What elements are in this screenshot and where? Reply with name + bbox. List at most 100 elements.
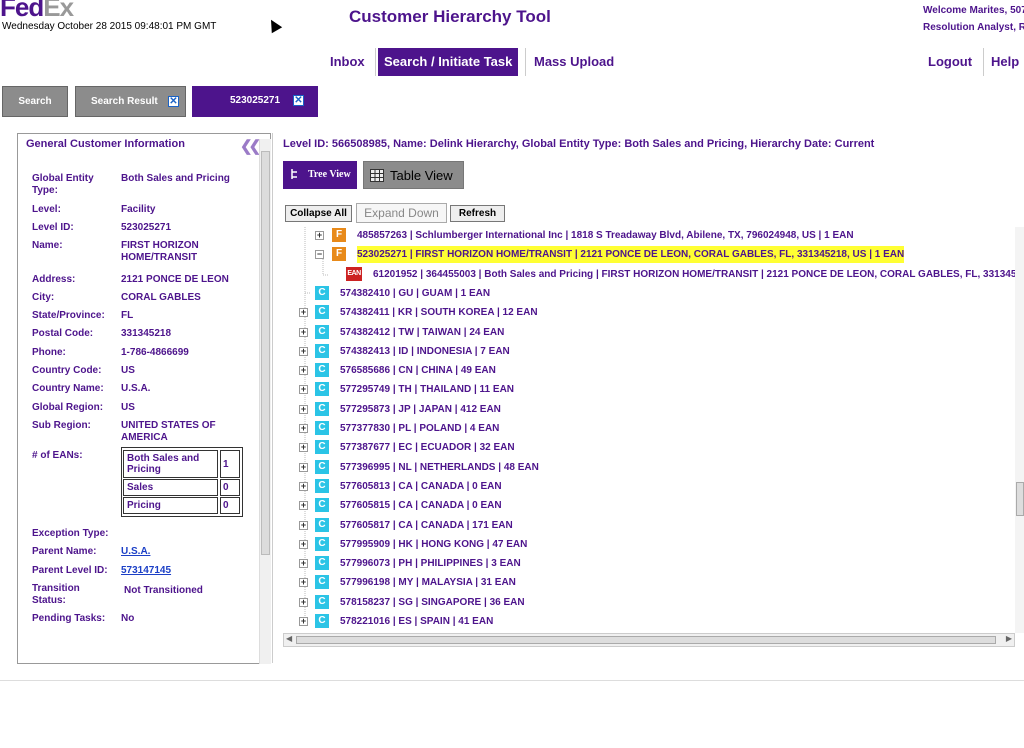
country-icon: C xyxy=(315,305,329,320)
tree-node-label[interactable]: 523025271 | FIRST HORIZON HOME/TRANSIT |… xyxy=(357,246,905,264)
nav-help[interactable]: Help xyxy=(991,48,1019,76)
expand-node-icon[interactable]: + xyxy=(299,346,308,356)
tree-node-label[interactable]: 576585686 | CN | CHINA | 49 EAN xyxy=(340,362,496,379)
label-parent-name: Parent Name: xyxy=(32,546,97,557)
expand-down-button[interactable]: Expand Down xyxy=(356,203,447,223)
tree-node[interactable]: + C 574382411 | KR | SOUTH KOREA | 12 EAN xyxy=(283,304,1023,321)
tree-node-label[interactable]: 577605813 | CA | CANADA | 0 EAN xyxy=(340,478,502,495)
tree-node[interactable]: C 574382410 | GU | GUAM | 1 EAN xyxy=(283,285,1023,302)
expand-node-icon[interactable]: + xyxy=(299,462,308,472)
tree-node-label[interactable]: 574382410 | GU | GUAM | 1 EAN xyxy=(340,285,490,302)
tree-node[interactable]: + C 577377830 | PL | POLAND | 4 EAN xyxy=(283,420,1023,437)
tree-node[interactable]: − F 523025271 | FIRST HORIZON HOME/TRANSIT… xyxy=(283,246,1023,264)
expand-node-icon[interactable]: + xyxy=(299,559,308,569)
tree-node-label[interactable]: 574382413 | ID | INDONESIA | 7 EAN xyxy=(340,343,510,360)
tree-node[interactable]: + F 485857263 | Schlumberger International… xyxy=(283,227,1023,244)
value-transition-status: Not Transitioned xyxy=(124,585,203,596)
nav-inbox[interactable]: Inbox xyxy=(330,48,365,76)
tree-node-label[interactable]: 577377830 | PL | POLAND | 4 EAN xyxy=(340,420,499,437)
tree-node[interactable]: + C 578221016 | ES | SPAIN | 41 EAN xyxy=(283,613,1023,630)
collapse-node-icon[interactable]: − xyxy=(315,250,324,260)
expand-node-icon[interactable]: + xyxy=(299,385,308,395)
tree-node-label[interactable]: 574382412 | TW | TAIWAN | 24 EAN xyxy=(340,324,504,341)
tab-search[interactable]: Search xyxy=(2,86,68,117)
expand-node-icon[interactable]: + xyxy=(299,617,308,626)
label-global-entity-type: Global Entity Type: xyxy=(32,173,94,196)
tree-node-label[interactable]: 577996198 | MY | MALAYSIA | 31 EAN xyxy=(340,574,516,591)
tree-node[interactable]: + C 577605815 | CA | CANADA | 0 EAN xyxy=(283,497,1023,514)
tree-node-label[interactable]: 577605815 | CA | CANADA | 0 EAN xyxy=(340,497,502,514)
expand-node-icon[interactable]: + xyxy=(299,443,308,453)
expand-node-icon[interactable]: + xyxy=(299,424,308,433)
label-address: Address: xyxy=(32,274,76,285)
tree-node-label[interactable]: 577605817 | CA | CANADA | 171 EAN xyxy=(340,517,513,534)
tree-node-label[interactable]: 577995909 | HK | HONG KONG | 47 EAN xyxy=(340,536,527,553)
collapse-panel-icon[interactable]: ❮❮ xyxy=(240,137,261,155)
tree-node[interactable]: + C 577396995 | NL | NETHERLANDS | 48 EAN xyxy=(283,459,1023,476)
tree-node[interactable]: + C 577995909 | HK | HONG KONG | 47 EAN xyxy=(283,536,1023,553)
tab-523025271[interactable]: 523025271 ✕ xyxy=(192,86,318,117)
expand-node-icon[interactable]: + xyxy=(299,501,308,511)
table-view-button[interactable]: Table View xyxy=(363,161,464,189)
tree-node[interactable]: EAN 61201952 | 364455003 | Both Sales and… xyxy=(283,266,1024,283)
scroll-left-arrow-icon[interactable]: ◀ xyxy=(286,634,292,643)
expand-node-icon[interactable]: + xyxy=(299,481,308,491)
tree-node-label[interactable]: 577387677 | EC | ECUADOR | 32 EAN xyxy=(340,439,515,456)
link-parent-name[interactable]: U.S.A. xyxy=(121,546,251,558)
nav-mass-upload[interactable]: Mass Upload xyxy=(534,48,614,76)
label-pending-tasks: Pending Tasks: xyxy=(32,613,106,624)
tree-node[interactable]: + C 574382413 | ID | INDONESIA | 7 EAN xyxy=(283,343,1023,360)
expand-node-icon[interactable]: + xyxy=(299,597,308,607)
tree-node-label[interactable]: 578158237 | SG | SINGAPORE | 36 EAN xyxy=(340,594,525,611)
expand-node-icon[interactable]: + xyxy=(299,539,308,549)
label-level-id: Level ID: xyxy=(32,222,74,233)
scrollbar-thumb[interactable] xyxy=(261,151,270,555)
expand-node-icon[interactable]: + xyxy=(299,308,308,318)
expand-node-icon[interactable]: + xyxy=(299,404,308,414)
expand-node-icon[interactable]: + xyxy=(299,520,308,530)
tree-node-label[interactable]: 577295873 | JP | JAPAN | 412 EAN xyxy=(340,401,501,418)
nav-search-initiate-task[interactable]: Search / Initiate Task xyxy=(378,48,519,76)
collapse-all-button[interactable]: Collapse All xyxy=(285,205,352,222)
scrollbar-thumb[interactable] xyxy=(296,636,996,644)
tree-node[interactable]: + C 577295749 | TH | THAILAND | 11 EAN xyxy=(283,381,1023,398)
tree-node-label[interactable]: 577996073 | PH | PHILIPPINES | 3 EAN xyxy=(340,555,521,572)
tree-node[interactable]: + C 574382412 | TW | TAIWAN | 24 EAN xyxy=(283,324,1023,341)
value-city: CORAL GABLES xyxy=(121,292,201,303)
expand-node-icon[interactable]: + xyxy=(299,366,308,376)
value-pending-tasks: No xyxy=(121,613,135,624)
link-parent-level-id[interactable]: 573147145 xyxy=(121,565,251,577)
tree-vertical-scrollbar[interactable] xyxy=(1015,227,1024,633)
tree-node[interactable]: + C 577996073 | PH | PHILIPPINES | 3 EAN xyxy=(283,555,1023,572)
tree-node[interactable]: + C 577387677 | EC | ECUADOR | 32 EAN xyxy=(283,439,1023,456)
tree-node-label[interactable]: 578221016 | ES | SPAIN | 41 EAN xyxy=(340,613,493,630)
tree-node-label[interactable]: 577396995 | NL | NETHERLANDS | 48 EAN xyxy=(340,459,539,476)
tree-node[interactable]: + C 577996198 | MY | MALAYSIA | 31 EAN xyxy=(283,574,1023,591)
expand-node-icon[interactable]: + xyxy=(299,327,308,337)
left-panel-scrollbar[interactable] xyxy=(259,139,271,664)
tree-view-label: Tree View xyxy=(308,169,351,180)
panel-splitter[interactable] xyxy=(272,133,273,663)
tree-node[interactable]: + C 577605813 | CA | CANADA | 0 EAN xyxy=(283,478,1023,495)
tree-node-label[interactable]: 577295749 | TH | THAILAND | 11 EAN xyxy=(340,381,514,398)
tree-node-label[interactable]: 61201952 | 364455003 | Both Sales and Pr… xyxy=(373,266,1024,283)
tree-node[interactable]: + C 576585686 | CN | CHINA | 49 EAN xyxy=(283,362,1023,379)
scrollbar-thumb[interactable] xyxy=(1016,482,1024,516)
tree-node[interactable]: + C 577295873 | JP | JAPAN | 412 EAN xyxy=(283,401,1023,418)
close-icon[interactable]: ✕ xyxy=(293,95,304,106)
expand-node-icon[interactable]: + xyxy=(315,231,324,240)
tree-node[interactable]: + C 578158237 | SG | SINGAPORE | 36 EAN xyxy=(283,594,1023,611)
close-icon[interactable]: ✕ xyxy=(168,96,179,107)
tree-node[interactable]: + C 577605817 | CA | CANADA | 171 EAN xyxy=(283,517,1023,534)
refresh-button[interactable]: Refresh xyxy=(450,205,505,222)
welcome-message: Welcome Marites, 507 Resolution Analyst,… xyxy=(923,2,1024,36)
scroll-right-arrow-icon[interactable]: ▶ xyxy=(1006,634,1012,643)
tab-search-result[interactable]: Search Result ✕ xyxy=(75,86,186,117)
nav-logout[interactable]: Logout xyxy=(928,48,972,76)
tree-horizontal-scrollbar[interactable]: ◀ ▶ xyxy=(283,633,1015,647)
tree-node-label[interactable]: 574382411 | KR | SOUTH KOREA | 12 EAN xyxy=(340,304,538,321)
tree-node-label[interactable]: 485857263 | Schlumberger International I… xyxy=(357,227,854,244)
tree-view-button[interactable]: Tree View xyxy=(283,161,357,189)
expand-node-icon[interactable]: + xyxy=(299,578,308,588)
country-icon: C xyxy=(315,285,329,300)
